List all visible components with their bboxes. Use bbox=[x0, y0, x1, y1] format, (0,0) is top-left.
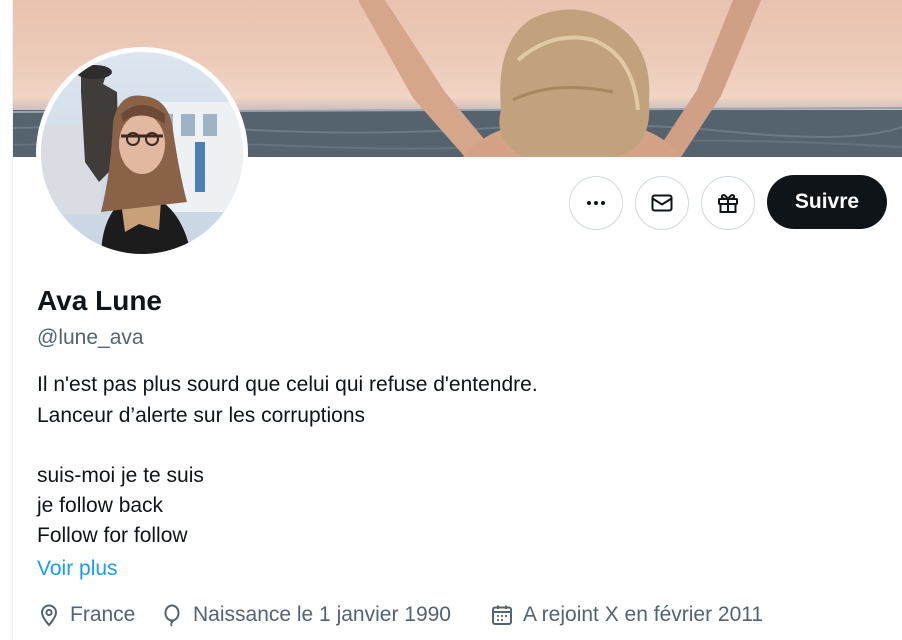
balloon-icon bbox=[164, 604, 180, 627]
birthday-item: Naissance le 1 janvier 1990 bbox=[160, 601, 451, 629]
display-name: Ava Lune bbox=[37, 285, 162, 316]
follow-button[interactable]: Suivre bbox=[767, 175, 887, 229]
profile-avatar[interactable] bbox=[36, 47, 248, 259]
more-horizontal-icon bbox=[587, 201, 605, 205]
location-pin-icon bbox=[40, 604, 58, 627]
more-button[interactable] bbox=[569, 176, 623, 230]
location-item: France bbox=[37, 601, 135, 629]
calendar-icon bbox=[492, 605, 512, 625]
gift-icon bbox=[718, 194, 738, 213]
bio-line: Lanceur d’alerte sur les corruptions bbox=[37, 404, 366, 427]
joined-text: A rejoint X en février 2011 bbox=[523, 603, 764, 626]
birthday-text: Naissance le 1 janvier 1990 bbox=[193, 603, 451, 626]
bio-line: Il n'est pas plus sourd que celui qui re… bbox=[37, 373, 538, 396]
location-text: France bbox=[70, 603, 136, 626]
envelope-icon bbox=[651, 194, 673, 212]
joined-item: A rejoint X en février 2011 bbox=[490, 601, 763, 629]
bio-line: suis-moi je te suis bbox=[37, 464, 204, 487]
avatar-image bbox=[41, 52, 243, 254]
see-more-link[interactable]: Voir plus bbox=[37, 557, 118, 581]
bio-line: Follow for follow bbox=[37, 524, 188, 547]
user-handle: @lune_ava bbox=[37, 326, 144, 349]
gift-button[interactable] bbox=[701, 176, 755, 230]
bio-line: je follow back bbox=[37, 494, 164, 517]
message-button[interactable] bbox=[635, 176, 689, 230]
